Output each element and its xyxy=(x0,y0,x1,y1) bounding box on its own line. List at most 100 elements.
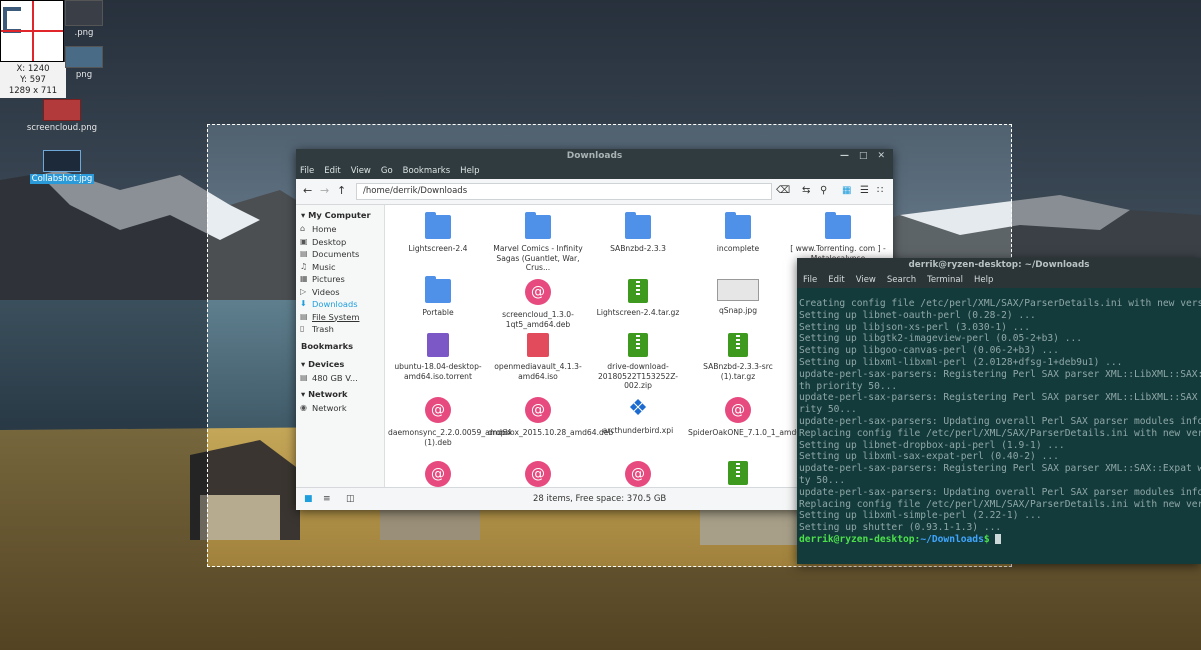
location-bar[interactable]: /home/derrik/Downloads xyxy=(356,183,772,200)
sidebar-item-disk[interactable]: ▤ 480 GB V... xyxy=(296,372,384,385)
image-thumbnail-icon xyxy=(65,46,103,68)
places-pane-icon[interactable]: ■ xyxy=(304,488,313,510)
list-view-icon[interactable]: ☰ xyxy=(860,184,869,198)
toggle-location-icon[interactable]: ⇆ xyxy=(802,184,810,198)
prompt-user: derrik@ryzen-desktop xyxy=(799,533,915,545)
sidebar-item-trash[interactable]: ▯ Trash xyxy=(296,323,384,336)
window-title: Downloads xyxy=(566,151,623,161)
tree-pane-icon[interactable]: ≡ xyxy=(323,488,331,510)
sidebar-item-music[interactable]: ♫ Music xyxy=(296,261,384,274)
terminal-menu-bar: File Edit View Search Terminal Help xyxy=(797,272,1201,288)
desktop-icon-image-file-2[interactable]: png xyxy=(44,46,124,80)
clear-location-icon[interactable]: ⌫ xyxy=(776,184,790,198)
sidebar-item-documents[interactable]: ▤ Documents xyxy=(296,248,384,261)
sidebar-item-videos[interactable]: ▷ Videos xyxy=(296,286,384,299)
file-item[interactable]: @ xyxy=(388,461,488,488)
menu-bookmarks[interactable]: Bookmarks xyxy=(403,163,451,179)
terminal-menu-help[interactable]: Help xyxy=(974,272,993,288)
torrent-file-icon xyxy=(427,333,449,357)
sidebar-item-file-system[interactable]: ▤ File System xyxy=(296,311,384,324)
sidebar-heading-devices[interactable]: ▾ Devices xyxy=(296,354,384,372)
terminal-menu-file[interactable]: File xyxy=(803,272,817,288)
file-item[interactable]: [ www.Torrenting. com ] - Metalocalypse xyxy=(788,212,888,263)
file-item[interactable]: @ xyxy=(588,461,688,488)
menu-file[interactable]: File xyxy=(300,163,314,179)
search-icon[interactable]: ⚲ xyxy=(820,184,827,198)
file-item[interactable]: incomplete xyxy=(688,212,788,254)
window-titlebar[interactable]: Downloads — □ ✕ xyxy=(296,149,893,163)
debian-package-icon: @ xyxy=(525,279,551,305)
terminal-titlebar[interactable]: derrik@ryzen-desktop: ~/Downloads xyxy=(797,258,1201,272)
terminal-menu-terminal[interactable]: Terminal xyxy=(927,272,963,288)
menu-help[interactable]: Help xyxy=(460,163,479,179)
sidebar-heading-bookmarks[interactable]: Bookmarks xyxy=(296,336,384,354)
image-thumbnail-icon xyxy=(717,279,759,301)
terminal-line: update-perl-sax-parsers: Registering Per… xyxy=(799,392,1201,404)
terminal-menu-edit[interactable]: Edit xyxy=(828,272,844,288)
sidebar-item-home[interactable]: ⌂ Home xyxy=(296,223,384,236)
terminal-line: Setting up libnet-dropbox-api-perl (1.9-… xyxy=(799,439,1065,451)
menu-bar: File Edit View Go Bookmarks Help xyxy=(296,163,893,179)
file-item[interactable]: openmediavault_4.1.3-amd64.iso xyxy=(488,333,588,381)
terminal-line: Setting up libxml-sax-expat-perl (0.40-2… xyxy=(799,451,1059,463)
compact-view-icon[interactable]: ∷ xyxy=(877,184,883,198)
terminal-line: update-perl-sax-parsers: Updating overal… xyxy=(799,415,1201,427)
desktop-icon-image-file[interactable]: .png xyxy=(44,0,124,38)
file-item[interactable]: @ dropbox_2015.10.28_amd64.deb xyxy=(488,397,613,438)
file-item[interactable]: @ screencloud_1.3.0-1qt5_amd64.deb xyxy=(488,279,588,329)
file-item[interactable]: @ xyxy=(488,461,588,488)
archive-icon xyxy=(728,333,748,357)
file-item[interactable]: qSnap.jpg xyxy=(688,279,788,316)
terminal-line: update-perl-sax-parsers: Registering Per… xyxy=(799,463,1201,475)
sidebar-item-desktop[interactable]: ▣ Desktop xyxy=(296,236,384,249)
file-item[interactable]: Lightscreen-2.4 xyxy=(388,212,488,254)
file-item[interactable]: Portable xyxy=(388,276,488,318)
up-arrow-icon[interactable]: ↑ xyxy=(337,184,346,198)
terminal-menu-search[interactable]: Search xyxy=(887,272,916,288)
sidebar-heading-network[interactable]: ▾ Network xyxy=(296,384,384,402)
music-icon: ♫ xyxy=(300,261,308,271)
file-item[interactable]: SABnzbd-2.3.3 xyxy=(588,212,688,254)
terminal-prompt: derrik@ryzen-desktop:~/Downloads$ xyxy=(799,533,1201,546)
selection-size: 1289 x 711 xyxy=(8,86,58,96)
file-item[interactable]: SABnzbd-2.3.3-src (1).tar.gz xyxy=(688,333,788,381)
back-arrow-icon[interactable]: ← xyxy=(303,184,312,198)
terminal-line: ty 50... xyxy=(799,474,846,486)
file-item[interactable]: Marvel Comics - Infinity Sagas (Guantlet… xyxy=(488,212,588,273)
trash-icon: ▯ xyxy=(300,324,305,333)
file-item[interactable]: drive-download-20180522T153252Z-002.zip xyxy=(588,333,688,391)
menu-edit[interactable]: Edit xyxy=(324,163,340,179)
terminal-menu-view[interactable]: View xyxy=(856,272,876,288)
debian-package-icon: @ xyxy=(425,461,451,487)
crosshair-vertical xyxy=(32,1,34,61)
file-item[interactable]: ubuntu-18.04-desktop-amd64.iso.torrent xyxy=(388,333,488,381)
menu-view[interactable]: View xyxy=(351,163,371,179)
terminal-line: update-perl-sax-parsers: Updating overal… xyxy=(799,486,1201,498)
file-item[interactable]: @ daemonsync_2.2.0.0059_amd64 (1).deb xyxy=(388,397,512,447)
file-item[interactable]: @ SpiderOakONE_7.1.0_1_amd64.deb xyxy=(688,397,823,438)
sidebar-heading-my-computer[interactable]: ▾ My Computer xyxy=(296,205,384,223)
image-thumbnail-icon xyxy=(43,150,81,172)
sidebar-item-network[interactable]: ◉ Network xyxy=(296,402,384,415)
archive-icon xyxy=(628,279,648,303)
prompt-path: ~/Downloads xyxy=(920,533,984,545)
terminal-line: Replacing config file /etc/perl/XML/SAX/… xyxy=(799,427,1201,439)
forward-arrow-icon[interactable]: → xyxy=(320,184,329,198)
sidebar-item-downloads[interactable]: ⬇ Downloads xyxy=(296,298,384,311)
debian-package-icon: @ xyxy=(525,397,551,423)
desktop-icon-collabshot[interactable]: Collabshot.jpg xyxy=(22,150,102,184)
terminal-output[interactable]: Creating config file /etc/perl/XML/SAX/P… xyxy=(797,288,1201,546)
close-icon[interactable]: ✕ xyxy=(877,149,885,163)
desktop-icon-screencloud[interactable]: screencloud.png xyxy=(22,99,102,133)
file-item[interactable]: ❖ arcthunderbird.xpi xyxy=(588,397,688,436)
icon-view-icon[interactable]: ▦ xyxy=(842,184,851,198)
terminal-line: Setting up libgtk2-imageview-perl (0.05-… xyxy=(799,333,1083,345)
sidebar-item-pictures[interactable]: ▦ Pictures xyxy=(296,273,384,286)
minimize-icon[interactable]: — xyxy=(840,149,849,163)
file-item[interactable] xyxy=(688,461,788,488)
toggle-sidebar-icon[interactable]: ◫ xyxy=(346,488,355,510)
text-cursor xyxy=(995,533,1002,544)
maximize-icon[interactable]: □ xyxy=(859,149,868,163)
file-item[interactable]: Lightscreen-2.4.tar.gz xyxy=(588,279,688,318)
menu-go[interactable]: Go xyxy=(381,163,393,179)
